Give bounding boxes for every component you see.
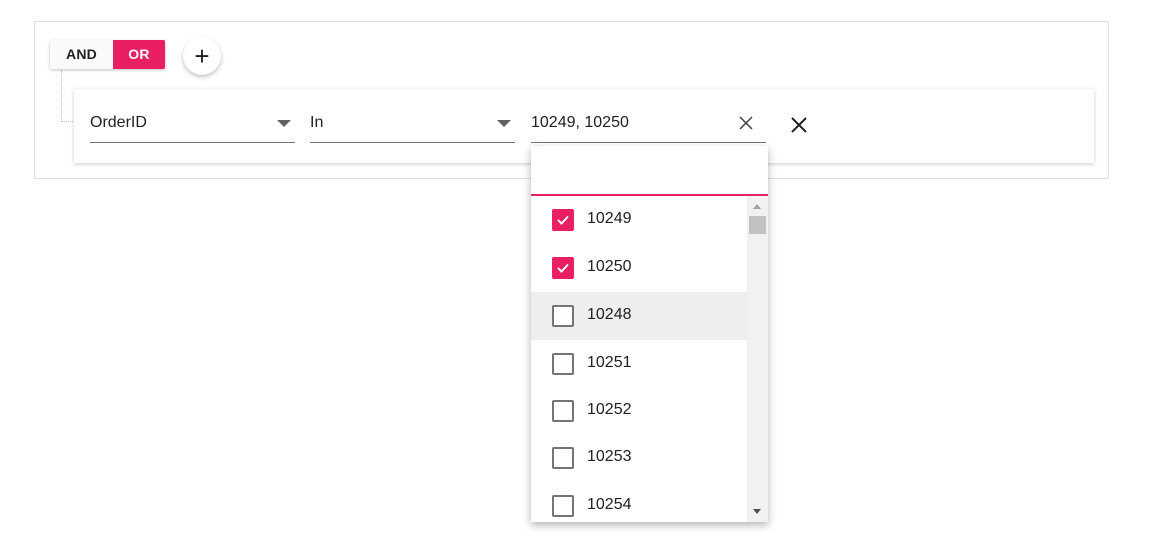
list-item[interactable]: 10250 (531, 244, 747, 292)
list-item[interactable]: 10254 (531, 482, 747, 522)
list-item-label: 10254 (587, 496, 632, 513)
plus-icon: + (194, 41, 210, 71)
list-item[interactable]: 10248 (531, 292, 747, 340)
close-icon[interactable] (738, 115, 754, 131)
list-item[interactable]: 10252 (531, 387, 747, 435)
chevron-down-icon (277, 120, 291, 127)
list-item-label: 10249 (587, 210, 632, 227)
checkbox[interactable] (552, 353, 574, 375)
field-dropdown[interactable]: OrderID (90, 103, 295, 143)
or-button[interactable]: OR (113, 40, 165, 69)
multiselect-popup: 10249 10250 10248 10251 10252 10253 10254 (531, 146, 768, 522)
operator-dropdown[interactable]: In (310, 103, 515, 143)
scroll-down-icon[interactable] (753, 509, 761, 514)
check-icon (557, 263, 569, 273)
delete-rule-icon[interactable] (789, 115, 809, 135)
checkbox[interactable] (552, 447, 574, 469)
checkbox[interactable] (552, 495, 574, 517)
chevron-down-icon (497, 120, 511, 127)
scroll-up-icon[interactable] (753, 204, 761, 209)
checkbox-checked[interactable] (552, 257, 574, 279)
add-rule-button[interactable]: + (183, 37, 221, 75)
list-item[interactable]: 10253 (531, 434, 747, 482)
popup-search-input[interactable] (531, 146, 768, 196)
check-icon (557, 215, 569, 225)
list-item-label: 10253 (587, 448, 632, 465)
and-button[interactable]: AND (50, 40, 113, 69)
list-item-label: 10252 (587, 401, 632, 418)
list-item-label: 10251 (587, 354, 632, 371)
checkbox-checked[interactable] (552, 209, 574, 231)
scroll-thumb[interactable] (749, 216, 766, 234)
scrollbar[interactable] (747, 196, 768, 522)
list-item-label: 10248 (587, 306, 632, 323)
value-multiselect[interactable]: 10249, 10250 (531, 103, 766, 143)
operator-value: In (310, 114, 324, 131)
group-condition-toggle: AND OR (50, 40, 165, 69)
value-text: 10249, 10250 (531, 114, 629, 131)
field-value: OrderID (90, 114, 147, 131)
list-item[interactable]: 10251 (531, 340, 747, 388)
list-item-label: 10250 (587, 258, 632, 275)
popup-list: 10249 10250 10248 10251 10252 10253 10254 (531, 196, 747, 522)
list-item[interactable]: 10249 (531, 196, 747, 244)
checkbox[interactable] (552, 400, 574, 422)
tree-connector (61, 70, 75, 122)
checkbox[interactable] (552, 305, 574, 327)
